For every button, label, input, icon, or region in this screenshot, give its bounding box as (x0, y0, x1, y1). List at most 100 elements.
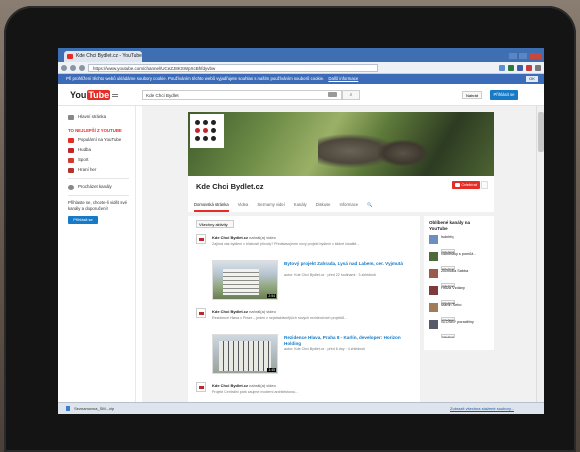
youtube-header: You Tube Kde Chci Bydlet ⌕ Nahrát Přihlás… (58, 84, 544, 106)
sidebar-best-header: TO NEJLEPŠÍ Z YOUTUBE (68, 128, 122, 133)
avatar[interactable] (196, 382, 206, 392)
tab-search-icon[interactable]: 🔍 (367, 200, 372, 212)
menu-icon[interactable] (535, 64, 541, 71)
video-item: 1:45 Rezidence Hlava, Praha 8 - Karlín, … (196, 334, 412, 376)
file-icon (66, 406, 70, 412)
channel-link[interactable]: Isdnhfq (441, 235, 455, 240)
gaming-icon (68, 167, 74, 173)
download-bar: Seznamovna_SM...zip Zobrazit všechna sta… (58, 402, 544, 414)
tab-discussion[interactable]: Diskuse (316, 200, 331, 212)
video-thumbnail[interactable]: 1:45 (212, 334, 278, 374)
activity-filter-dropdown[interactable]: Všechny aktivity (196, 220, 234, 228)
video-thumbnail[interactable]: 2:54 (212, 260, 278, 300)
upload-button[interactable]: Nahrát (462, 91, 482, 99)
scrollbar[interactable] (536, 106, 544, 402)
featured-channels-title: Oblíbené kanály na YouTube (429, 220, 471, 231)
browser-screen: Kde Chci Bydlet.cz - YouTube https://www… (58, 48, 544, 414)
scrollbar-thumb[interactable] (538, 112, 544, 152)
video-title[interactable]: Rezidence Hlava, Praha 8 - Karlín, devel… (284, 335, 412, 346)
tab-title: Kde Chci Bydlet.cz - YouTube (76, 53, 142, 59)
address-bar: https://www.youtube.com/channel/UCeZJ8KS… (58, 62, 544, 74)
sidebar-divider (68, 178, 129, 179)
infobar-ok-button[interactable]: OK (526, 76, 538, 82)
minimize-icon[interactable] (509, 53, 517, 59)
home-icon (68, 114, 74, 120)
search-input[interactable]: Kde Chci Bydlet (142, 90, 342, 100)
channel-link[interactable]: Hrůza Vzdány (441, 286, 465, 291)
signin-button[interactable]: Přihlásit se (490, 90, 518, 100)
feed-post: Kde Chci Bydlet.cz nahrál(a) video Proje… (196, 382, 412, 402)
infobar-link[interactable]: Další informace (328, 76, 358, 81)
extension-icon[interactable] (499, 64, 505, 71)
channel-link[interactable]: Martin Šebo (441, 303, 461, 308)
sidebar-item-browse[interactable]: Procházet kanály (68, 182, 135, 192)
forward-icon[interactable] (70, 64, 76, 71)
tab-home[interactable]: Domovská stránka (194, 200, 229, 212)
avatar[interactable] (429, 320, 438, 329)
sidebar-item-music[interactable]: Hudba (68, 145, 135, 155)
avatar[interactable] (429, 252, 438, 261)
sidebar-signin-button[interactable]: Přihlásit se (68, 216, 98, 224)
channel-link[interactable]: Zlichodia Sabba (441, 269, 468, 274)
sidebar-signin-text: Přihlaste se, chcete-li vidět své kanály… (68, 200, 127, 211)
subscribe-button[interactable]: Odebírat (452, 181, 480, 189)
featured-channel: SLOSBY poradělny Odebírat (429, 320, 489, 338)
music-icon (68, 147, 74, 153)
guide-sidebar: Hlavní stránka TO NEJLEPŠÍ Z YOUTUBE Pop… (58, 106, 136, 402)
avatar[interactable] (196, 308, 206, 318)
guide-menu-icon[interactable] (112, 94, 118, 97)
search-button[interactable]: ⌕ (342, 90, 360, 100)
avatar[interactable] (196, 234, 206, 244)
post-description: Rezidence Hlava v Praze – jeden z nejatr… (212, 316, 348, 320)
featured-channel: Hrůza Vzdány Odebírat (429, 286, 489, 304)
feed-post: Kde Chci Bydlet.cz nahrál(a) video Zajím… (196, 234, 412, 258)
extension-icon[interactable] (508, 64, 514, 71)
channel-link[interactable]: Náměstky s pomůž... (441, 252, 476, 257)
video-duration: 2:54 (267, 294, 276, 298)
download-file[interactable]: Seznamovna_SM...zip (74, 406, 114, 411)
activity-feed: Všechny aktivity Kde Chci Bydlet.cz nahr… (188, 216, 420, 402)
tab-playlists[interactable]: Seznamy videí (257, 200, 284, 212)
infobar-text: Při prohlížení těchto webů ukládáme soub… (66, 76, 325, 81)
channel-link[interactable]: SLOSBY poradělny (441, 320, 474, 325)
extension-icon[interactable] (526, 64, 532, 71)
avatar[interactable] (429, 235, 438, 244)
post-header: Kde Chci Bydlet.cz nahrál(a) video (212, 309, 276, 314)
sidebar-item-sport[interactable]: Sport (68, 155, 135, 165)
sidebar-item-gaming[interactable]: Hraní her (68, 165, 135, 175)
tab-channels[interactable]: Kanály (294, 200, 307, 212)
featured-channel: Isdnhfq Odebírat (429, 235, 489, 253)
sidebar-item-home[interactable]: Hlavní stránka (68, 112, 135, 122)
video-meta: autor: Kde Chci Bydlet.cz · před 6 dny ·… (284, 347, 366, 351)
feed-post: Kde Chci Bydlet.cz nahrál(a) video Rezid… (196, 308, 412, 332)
video-title[interactable]: Bytový projekt Zahrada, Lysá nad Labem, … (284, 261, 412, 267)
avatar[interactable] (429, 269, 438, 278)
channel-name[interactable]: Kde Chci Bydlet.cz (196, 182, 264, 191)
video-meta: autor: Kde Chci Bydlet.cz · před 22 hodi… (284, 273, 377, 277)
featured-channel: Náměstky s pomůž... Odebírat (429, 252, 489, 270)
featured-channel: Zlichodia Sabba Odebírat (429, 269, 489, 287)
tab-videos[interactable]: Videa (238, 200, 249, 212)
extension-icon[interactable] (517, 64, 523, 71)
browser-tab[interactable]: Kde Chci Bydlet.cz - YouTube (64, 51, 142, 62)
close-icon[interactable] (529, 53, 541, 59)
avatar[interactable] (429, 303, 438, 312)
show-all-downloads-link[interactable]: Zobrazit všechna stažené soubory... (450, 403, 514, 414)
avatar[interactable] (429, 286, 438, 295)
maximize-icon[interactable] (519, 53, 527, 59)
post-description: Projekt Centrální park zaujme moderní ar… (212, 390, 299, 394)
sidebar-item-popular[interactable]: Populární na YouTube (68, 135, 135, 145)
channel-logo[interactable] (190, 114, 224, 148)
featured-channels: Oblíbené kanály na YouTube Isdnhfq Odebír… (424, 216, 494, 350)
video-duration: 1:45 (267, 368, 276, 372)
reload-icon[interactable] (79, 64, 85, 71)
tab-about[interactable]: Informace (340, 200, 359, 212)
subscribe-button[interactable]: Odebírat (441, 333, 455, 338)
keyboard-icon[interactable] (328, 92, 337, 97)
back-icon[interactable] (61, 64, 67, 71)
cookie-infobar: Při prohlížení těchto webů ukládáme soub… (58, 74, 544, 84)
url-field[interactable]: https://www.youtube.com/channel/UCeZJ8KS… (88, 63, 378, 72)
popular-icon (68, 137, 74, 143)
featured-channel: Martin Šebo Odebírat (429, 303, 489, 321)
youtube-logo[interactable]: You Tube (70, 90, 111, 100)
